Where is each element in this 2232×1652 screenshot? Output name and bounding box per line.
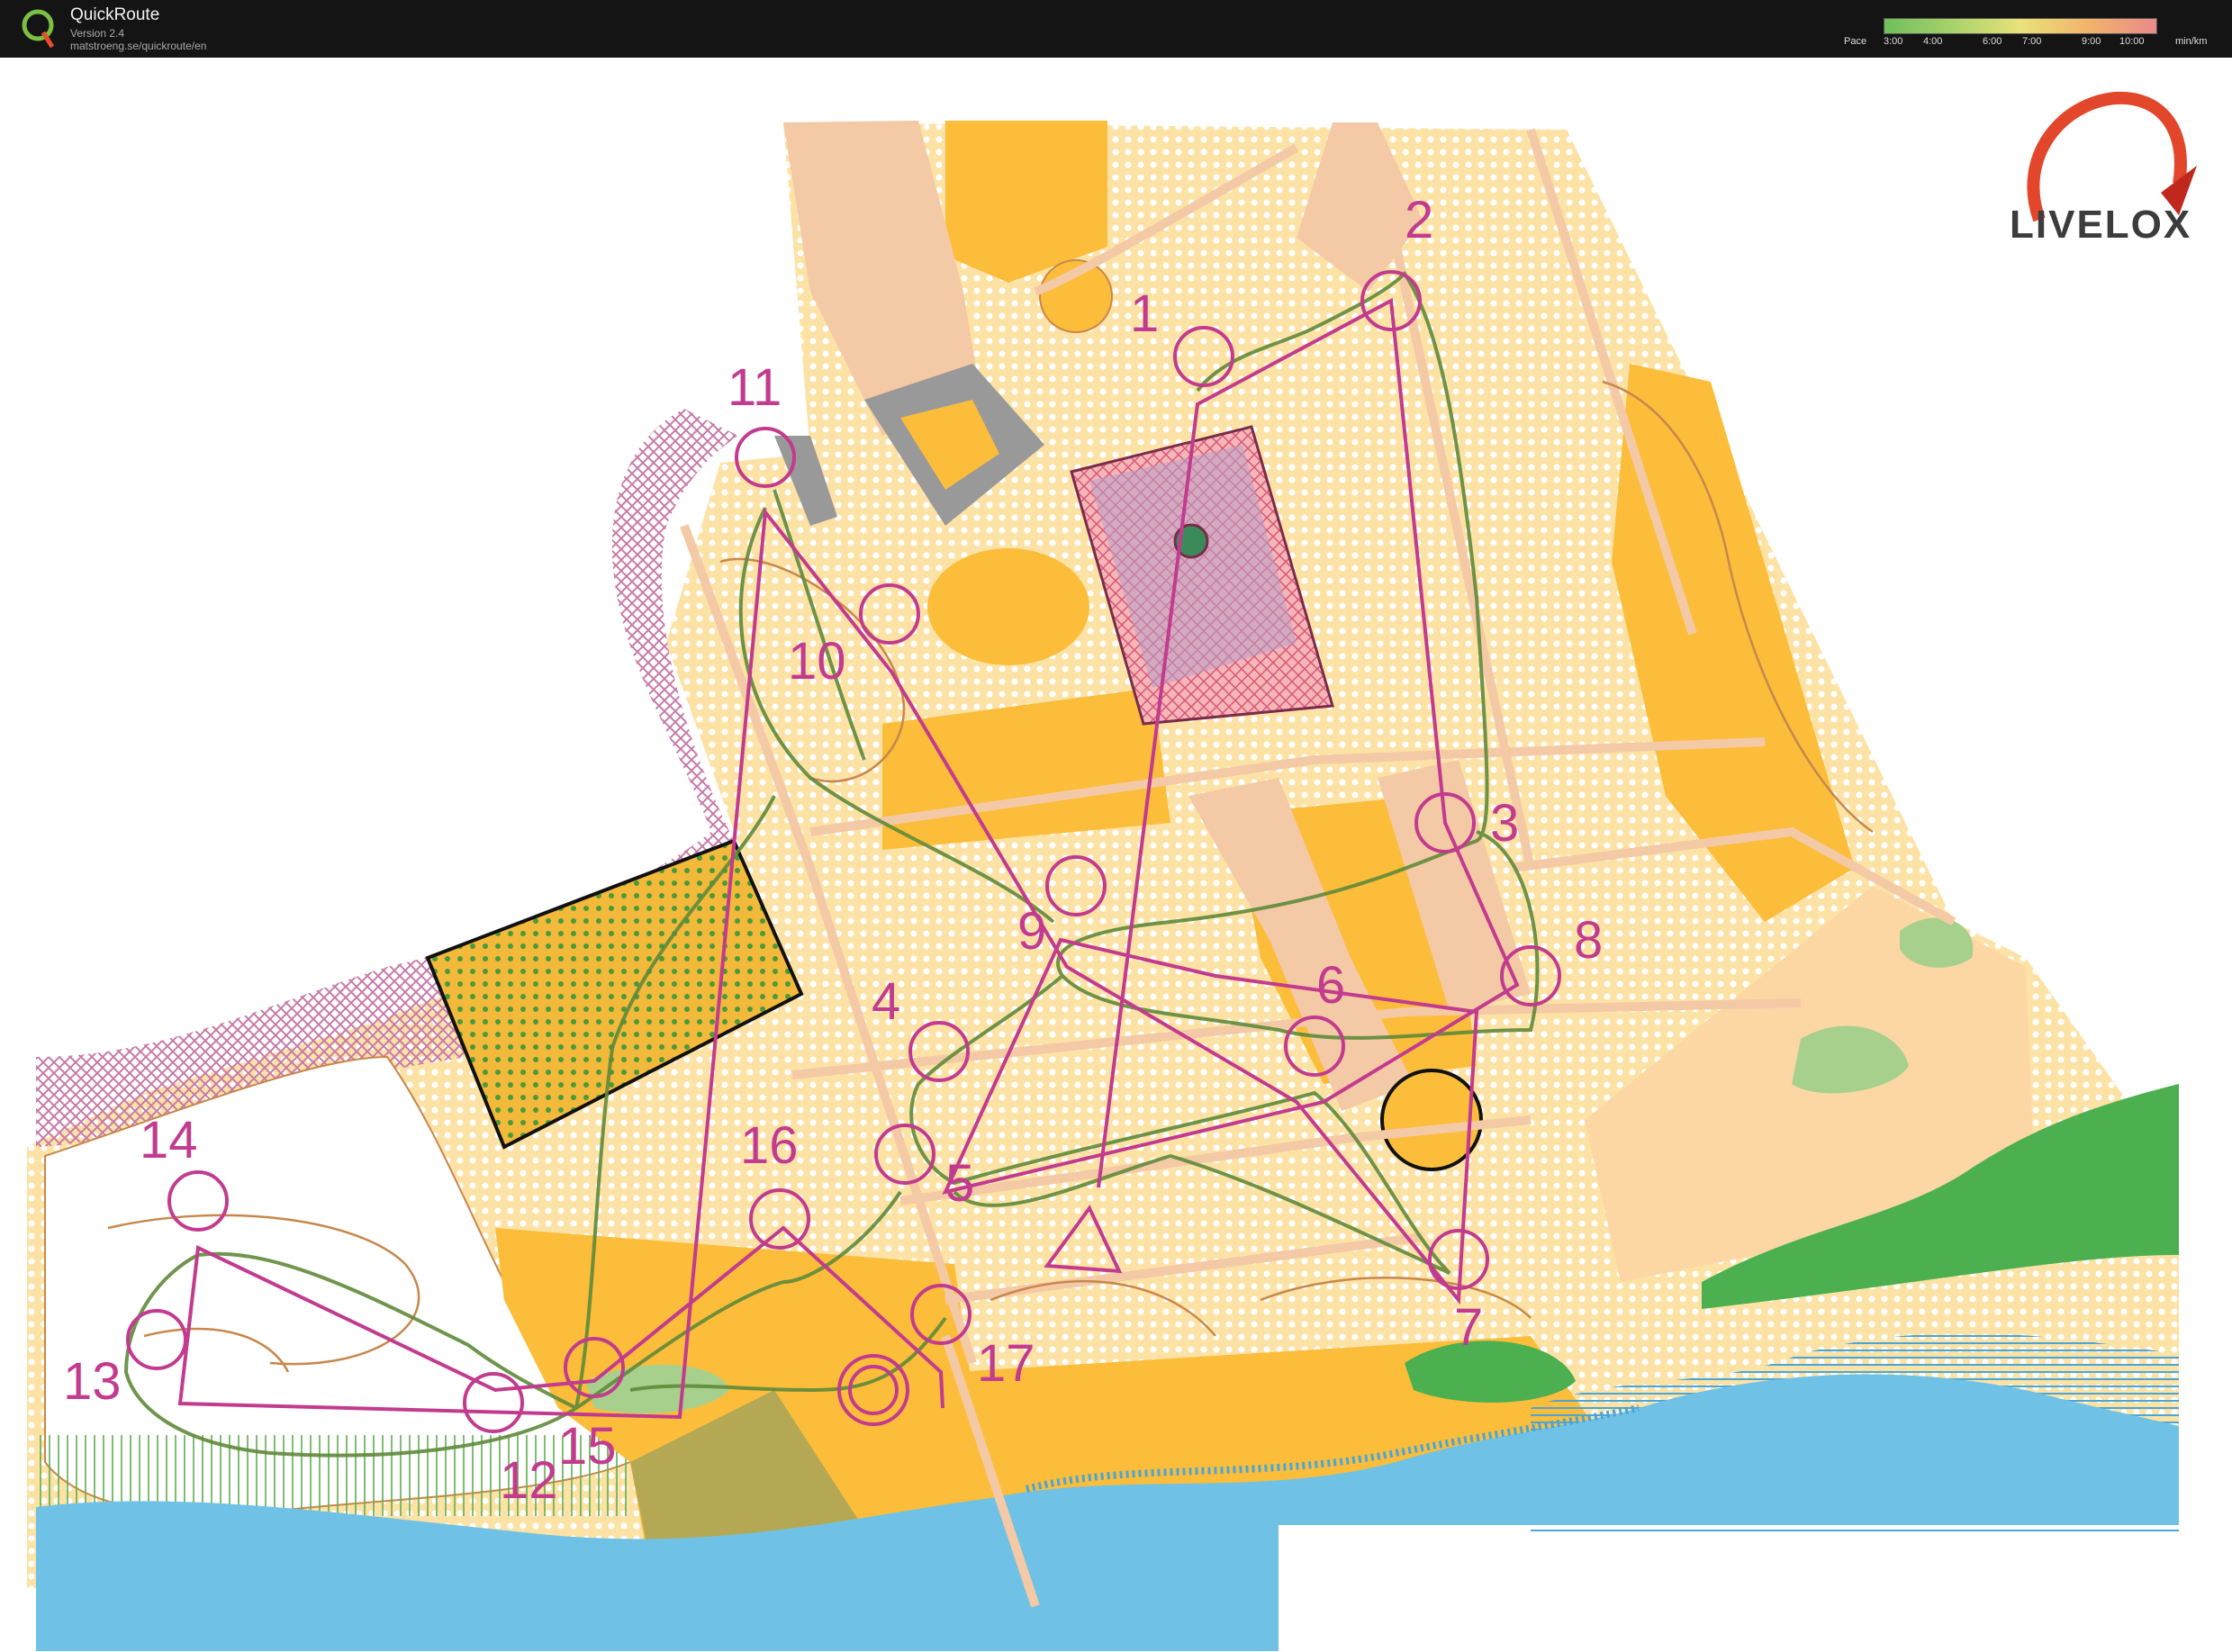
orienteering-map[interactable]: 1 2 3 4 5 6 7 8 9 10 11 12 13 14 15 16 1… xyxy=(0,58,2232,1652)
control-number-15: 15 xyxy=(558,1417,617,1476)
control-number-12: 12 xyxy=(500,1451,558,1510)
app-title: QuickRoute xyxy=(70,5,160,24)
control-number-1: 1 xyxy=(1130,284,1159,343)
control-number-10: 10 xyxy=(788,632,846,691)
control-number-17: 17 xyxy=(977,1334,1035,1393)
pace-tick: 4:00 xyxy=(1923,36,1943,47)
app-version: Version 2.4 xyxy=(70,27,125,40)
control-number-2: 2 xyxy=(1405,191,1433,249)
pace-unit: min/km xyxy=(2175,36,2208,47)
pace-label: Pace xyxy=(1844,36,1867,47)
livelox-watermark: LIVELOX xyxy=(2010,91,2197,247)
control-number-14: 14 xyxy=(140,1111,198,1169)
control-number-11: 11 xyxy=(727,358,782,417)
control-number-4: 4 xyxy=(872,972,900,1031)
control-number-9: 9 xyxy=(1017,902,1046,961)
control-number-16: 16 xyxy=(740,1116,799,1175)
pace-legend: Pace 3:00 4:00 6:00 7:00 9:00 10:00 min/… xyxy=(1837,14,2215,50)
map-canvas[interactable]: 1 2 3 4 5 6 7 8 9 10 11 12 13 14 15 16 1… xyxy=(0,58,2232,1652)
control-number-5: 5 xyxy=(945,1154,974,1213)
pace-tick: 9:00 xyxy=(2082,36,2101,47)
control-number-13: 13 xyxy=(63,1352,122,1411)
pace-tick: 7:00 xyxy=(2022,36,2042,47)
pace-tick: 3:00 xyxy=(1884,36,1903,47)
pace-color-bar xyxy=(1884,18,2157,34)
pace-tick: 10:00 xyxy=(2119,36,2145,47)
livelox-brand: LIVELOX xyxy=(2010,203,2191,247)
app-titlebar: QuickRoute Version 2.4 matstroeng.se/qui… xyxy=(0,0,2232,58)
control-number-8: 8 xyxy=(1574,911,1603,970)
control-number-7: 7 xyxy=(1454,1298,1483,1357)
pace-ticks: 3:00 4:00 6:00 7:00 9:00 10:00 xyxy=(1884,34,2155,49)
quickroute-logo-icon xyxy=(22,9,55,49)
app-url[interactable]: matstroeng.se/quickroute/en xyxy=(70,40,206,52)
control-number-6: 6 xyxy=(1316,956,1345,1015)
control-number-3: 3 xyxy=(1490,794,1519,853)
pace-tick: 6:00 xyxy=(1983,36,2002,47)
